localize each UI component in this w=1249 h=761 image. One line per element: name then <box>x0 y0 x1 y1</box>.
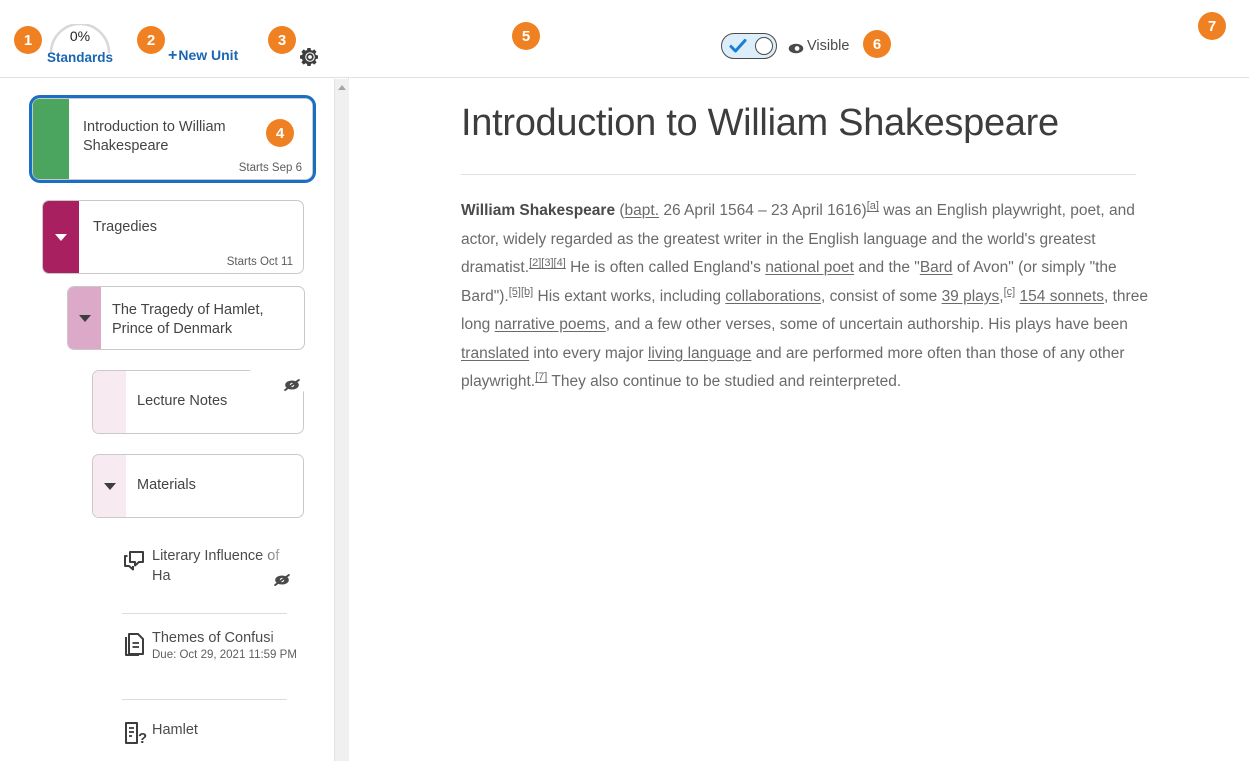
item-due-date: Due: Oct 29, 2021 11:59 PM <box>152 649 297 661</box>
footnote-7[interactable]: [7] <box>535 371 547 383</box>
footnote-a[interactable]: [a] <box>867 200 879 212</box>
page-title: Introduction to William Shakespeare <box>461 102 1059 144</box>
standards-percent: 0% <box>69 28 91 44</box>
visibility-toggle[interactable] <box>721 33 777 59</box>
annotation-badge-2: 2 <box>137 26 165 54</box>
card-color-bar <box>93 455 126 517</box>
title-divider <box>461 174 1136 175</box>
card-color-bar <box>43 201 79 273</box>
card-title: Introduction to William Shakespeare <box>83 119 226 155</box>
app-root: 0% Standards +New Unit Introduction to W… <box>0 0 1249 761</box>
annotation-badge-7: 7 <box>1198 12 1226 40</box>
outline-scrollbar[interactable] <box>334 79 349 761</box>
content-toolbar: Visible Add Existing Create New <box>350 0 1249 78</box>
living-language-link[interactable]: living language <box>648 345 751 362</box>
literary-influence-hidden-indicator <box>272 572 292 593</box>
settings-gear-button[interactable] <box>300 47 320 67</box>
outline-item-themes-of-confusion[interactable]: Themes of Confusi Due: Oct 29, 2021 11:5… <box>122 630 312 688</box>
item-title: Themes of Confusi <box>152 630 274 646</box>
card-color-bar <box>93 371 126 433</box>
standards-link[interactable]: Standards <box>47 50 113 65</box>
quiz-icon: ? <box>125 722 147 746</box>
footnote-5-b[interactable]: [5][b] <box>509 285 533 297</box>
annotation-badge-3: 3 <box>268 26 296 54</box>
discussion-icon <box>124 551 144 571</box>
plus-icon: + <box>168 47 178 64</box>
content-pane: Introduction to William Shakespeare Will… <box>350 79 1249 761</box>
gear-icon <box>300 48 318 66</box>
outline-scroll-area: Introduction to William Shakespeare Star… <box>0 79 334 761</box>
new-unit-button[interactable]: +New Unit <box>168 47 238 65</box>
card-color-bar <box>33 99 69 179</box>
card-title: The Tragedy of Hamlet, Prince of Denmark <box>112 302 264 338</box>
card-title: Lecture Notes <box>137 393 228 409</box>
bapt-link[interactable]: bapt. <box>625 202 659 219</box>
card-date: Starts Oct 11 <box>226 256 293 268</box>
outline-card-tragedies[interactable]: Tragedies Starts Oct 11 <box>42 200 304 274</box>
card-title: Materials <box>137 477 196 493</box>
translated-link[interactable]: translated <box>461 345 529 362</box>
outline-item-hamlet-quiz[interactable]: ? Hamlet <box>122 720 312 760</box>
card-title: Tragedies <box>93 219 157 235</box>
card-color-bar <box>68 287 101 349</box>
outline-toolbar: 0% Standards +New Unit <box>0 0 349 78</box>
annotation-badge-5: 5 <box>512 22 540 50</box>
outline-card-materials[interactable]: Materials <box>92 454 304 518</box>
annotation-badge-6: 6 <box>863 30 891 58</box>
national-poet-link[interactable]: national poet <box>765 259 854 276</box>
svg-text:?: ? <box>138 730 147 746</box>
new-unit-label: New Unit <box>178 47 239 63</box>
footnote-c[interactable]: [c] <box>1004 285 1016 297</box>
check-icon <box>729 39 747 53</box>
eye-hidden-icon <box>284 379 300 391</box>
annotation-badge-1: 1 <box>14 26 42 54</box>
lecture-notes-hidden-indicator <box>282 377 302 398</box>
item-divider <box>122 699 287 700</box>
bard-link[interactable]: Bard <box>920 259 953 276</box>
card-date: Starts Sep 6 <box>238 162 302 174</box>
visibility-label: Visible <box>807 38 850 54</box>
eye-hidden-icon <box>274 574 290 586</box>
standards-gauge[interactable]: 0% Standards <box>47 24 113 70</box>
item-divider <box>122 613 287 614</box>
footnote-2-3-4[interactable]: [2][3][4] <box>529 257 566 269</box>
item-title: Hamlet <box>152 722 198 738</box>
outline-card-lecture-notes[interactable]: Lecture Notes <box>92 370 304 434</box>
eye-visible-icon <box>788 43 804 54</box>
document-icon <box>125 633 144 656</box>
collapse-caret-icon[interactable] <box>78 314 91 322</box>
article-body: William Shakespeare (bapt. 26 April 1564… <box>461 199 1148 390</box>
toggle-knob <box>755 36 773 55</box>
scroll-up-arrow-icon[interactable] <box>338 85 346 90</box>
collapse-caret-icon[interactable] <box>103 482 116 490</box>
course-outline-panel: 0% Standards +New Unit Introduction to W… <box>0 0 349 761</box>
collapse-caret-icon[interactable] <box>55 233 67 241</box>
collaborations-link[interactable]: collaborations <box>725 288 821 305</box>
39-plays-link[interactable]: 39 plays <box>942 288 1000 305</box>
narrative-poems-link[interactable]: narrative poems <box>495 316 606 333</box>
annotation-badge-4: 4 <box>266 119 294 147</box>
article-subject-name: William Shakespeare <box>461 202 616 219</box>
outline-card-hamlet-tragedy[interactable]: The Tragedy of Hamlet, Prince of Denmark <box>67 286 305 350</box>
154-sonnets-link[interactable]: 154 sonnets <box>1020 288 1104 305</box>
